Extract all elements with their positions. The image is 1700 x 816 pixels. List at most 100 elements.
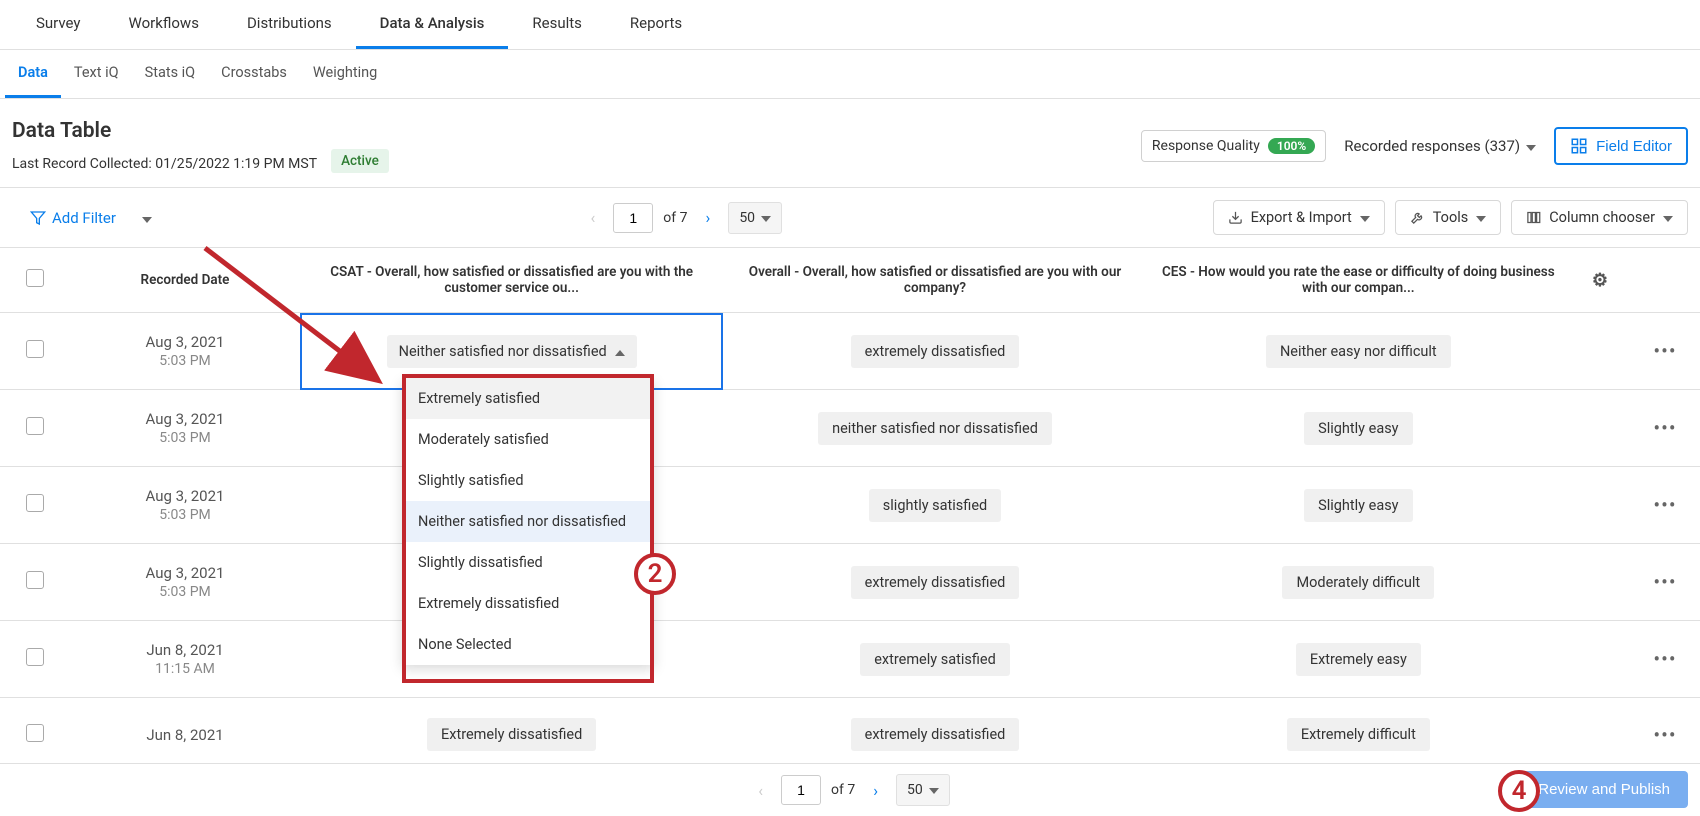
paginator-bottom: ‹ of 7 › 50 (750, 774, 950, 806)
row-actions-button[interactable]: ••• (1653, 339, 1676, 363)
table-row: Aug 3, 20215:03 PMextremely dissatisfied… (0, 544, 1700, 621)
overall-value[interactable]: neither satisfied nor dissatisfied (818, 412, 1052, 445)
page-size-dropdown[interactable]: 50 (728, 202, 782, 234)
review-publish-button[interactable]: Review and Publish (1520, 771, 1688, 808)
table-row: Aug 3, 20215:03 PMNeither satisfied nor … (0, 313, 1700, 390)
tab-workflows[interactable]: Workflows (105, 0, 223, 49)
page-size-label-bottom: 50 (907, 782, 923, 798)
data-table: Recorded Date CSAT - Overall, how satisf… (0, 248, 1700, 772)
row-actions-button[interactable]: ••• (1653, 723, 1676, 747)
recorded-responses-dropdown[interactable]: Recorded responses (337) (1344, 137, 1536, 155)
response-quality[interactable]: Response Quality 100% (1141, 130, 1326, 162)
data-table-wrap: Recorded Date CSAT - Overall, how satisf… (0, 248, 1700, 772)
export-import-button[interactable]: Export & Import (1213, 200, 1385, 235)
tab-results[interactable]: Results (508, 0, 606, 49)
page-input[interactable] (613, 203, 653, 233)
page-of-label: of 7 (663, 210, 687, 226)
chevron-up-icon (615, 343, 625, 360)
ces-value[interactable]: Neither easy nor difficult (1266, 335, 1451, 368)
overall-value[interactable]: extremely dissatisfied (851, 718, 1020, 751)
dropdown-option[interactable]: Moderately satisfied (402, 419, 654, 460)
column-header-overall[interactable]: Overall - Overall, how satisfied or diss… (723, 248, 1146, 313)
column-header-csat[interactable]: CSAT - Overall, how satisfied or dissati… (300, 248, 723, 313)
filter-chevron-icon[interactable] (142, 208, 152, 227)
subtab-crosstabs[interactable]: Crosstabs (208, 50, 300, 98)
page-size-dropdown-bottom[interactable]: 50 (896, 774, 950, 806)
column-header-date[interactable]: Recorded Date (70, 248, 300, 313)
ces-value[interactable]: Moderately difficult (1282, 566, 1434, 599)
row-date: Aug 3, 2021 (80, 487, 290, 505)
subtab-stats-iq[interactable]: Stats iQ (132, 50, 209, 98)
dropdown-option[interactable]: Slightly dissatisfied (402, 542, 654, 583)
export-import-label: Export & Import (1251, 209, 1352, 226)
overall-value[interactable]: extremely satisfied (860, 643, 1010, 676)
page-input-bottom[interactable] (781, 775, 821, 805)
next-page-button[interactable]: › (698, 202, 719, 233)
response-quality-label: Response Quality (1152, 138, 1260, 154)
row-date: Jun 8, 2021 (80, 641, 290, 659)
column-chooser-label: Column chooser (1549, 209, 1655, 226)
row-actions-button[interactable]: ••• (1653, 493, 1676, 517)
tab-data-analysis[interactable]: Data & Analysis (356, 0, 509, 49)
row-actions-button[interactable]: ••• (1653, 647, 1676, 671)
row-checkbox[interactable] (26, 724, 44, 742)
table-row: Aug 3, 20215:03 PMneither satisfied nor … (0, 390, 1700, 467)
dropdown-option[interactable]: None Selected (402, 624, 654, 665)
subtab-text-iq[interactable]: Text iQ (61, 50, 132, 98)
dropdown-option[interactable]: Slightly satisfied (402, 460, 654, 501)
ces-value[interactable]: Slightly easy (1304, 412, 1412, 445)
ces-value[interactable]: Extremely easy (1296, 643, 1421, 676)
page-size-label: 50 (739, 210, 755, 226)
table-row: Aug 3, 20215:03 PMslightly satisfiedSlig… (0, 467, 1700, 544)
last-record-label: Last Record Collected: 01/25/2022 1:19 P… (12, 156, 317, 172)
add-filter-button[interactable]: Add Filter (30, 209, 116, 227)
overall-value[interactable]: extremely dissatisfied (851, 335, 1020, 368)
csat-cell-dropdown[interactable]: Neither satisfied nor dissatisfied (387, 335, 637, 368)
page-title: Data Table (12, 119, 389, 143)
tab-survey[interactable]: Survey (12, 0, 105, 49)
column-header-ces[interactable]: CES - How would you rate the ease or dif… (1147, 248, 1570, 313)
row-checkbox[interactable] (26, 340, 44, 358)
ces-value[interactable]: Slightly easy (1304, 489, 1412, 522)
row-date: Aug 3, 2021 (80, 564, 290, 582)
subtab-data[interactable]: Data (5, 50, 61, 98)
tab-reports[interactable]: Reports (606, 0, 706, 49)
row-actions-button[interactable]: ••• (1653, 570, 1676, 594)
overall-value[interactable]: slightly satisfied (869, 489, 1001, 522)
toolbar: Add Filter ‹ of 7 › 50 Export & Import T… (0, 188, 1700, 248)
filter-icon (30, 210, 46, 226)
dropdown-option[interactable]: Extremely satisfied (402, 378, 654, 419)
prev-page-button[interactable]: ‹ (582, 202, 603, 233)
row-checkbox[interactable] (26, 417, 44, 435)
top-nav: Survey Workflows Distributions Data & An… (0, 0, 1700, 50)
prev-page-button-bottom[interactable]: ‹ (750, 775, 771, 806)
download-icon (1228, 210, 1243, 225)
csat-value[interactable]: Extremely dissatisfied (427, 718, 596, 751)
table-row: Jun 8, 2021Extremely dissatisfiedextreme… (0, 698, 1700, 772)
tools-button[interactable]: Tools (1395, 200, 1502, 235)
chevron-down-icon (1526, 137, 1536, 155)
gear-icon[interactable]: ⚙ (1592, 270, 1608, 291)
row-checkbox[interactable] (26, 571, 44, 589)
header-left: Data Table Last Record Collected: 01/25/… (12, 119, 389, 173)
dropdown-option[interactable]: Neither satisfied nor dissatisfied (402, 501, 654, 542)
chevron-down-icon (761, 210, 771, 226)
header-bar: Data Table Last Record Collected: 01/25/… (0, 99, 1700, 188)
row-actions-button[interactable]: ••• (1653, 416, 1676, 440)
dropdown-option[interactable]: Extremely dissatisfied (402, 583, 654, 624)
row-time: 11:15 AM (80, 661, 290, 677)
chevron-down-icon (1360, 209, 1370, 226)
ces-value[interactable]: Extremely difficult (1287, 718, 1430, 751)
row-checkbox[interactable] (26, 494, 44, 512)
field-editor-button[interactable]: Field Editor (1554, 127, 1688, 165)
row-checkbox[interactable] (26, 648, 44, 666)
table-row: Jun 8, 2021 11:15 AM extremely satisfied Ex… (0, 621, 1700, 698)
subtab-weighting[interactable]: Weighting (300, 50, 390, 98)
next-page-button-bottom[interactable]: › (865, 775, 886, 806)
tab-distributions[interactable]: Distributions (223, 0, 356, 49)
overall-value[interactable]: extremely dissatisfied (851, 566, 1020, 599)
wrench-icon (1410, 210, 1425, 225)
column-chooser-button[interactable]: Column chooser (1511, 200, 1688, 235)
tools-label: Tools (1433, 209, 1469, 226)
select-all-checkbox[interactable] (26, 269, 44, 287)
